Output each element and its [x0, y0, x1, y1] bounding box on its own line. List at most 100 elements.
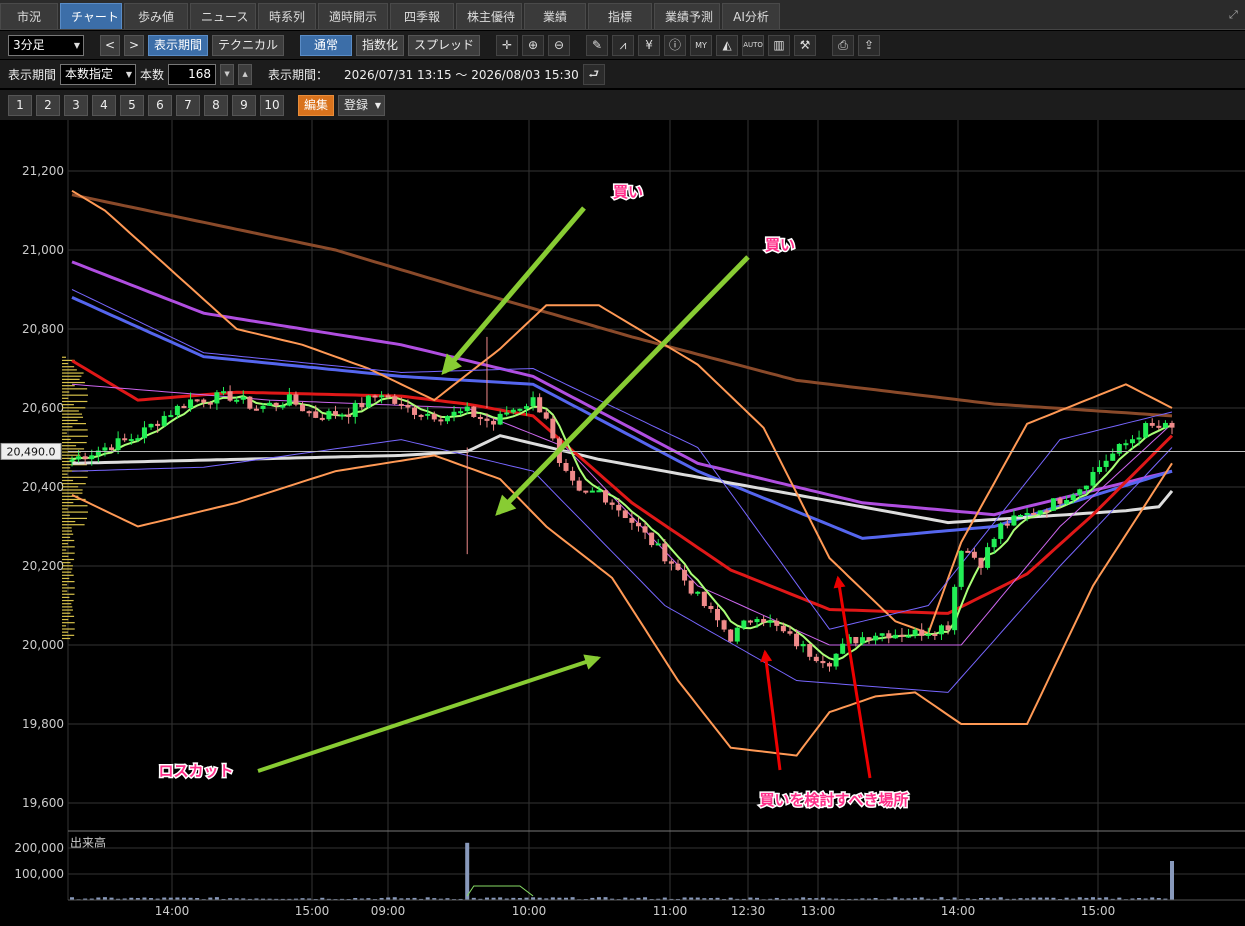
vap-bar: [62, 476, 88, 478]
preset-button-5[interactable]: 5: [120, 94, 144, 116]
tab-0[interactable]: 市況: [0, 3, 58, 29]
tab-2[interactable]: 歩み値: [124, 3, 188, 29]
pencil-icon[interactable]: ✎: [586, 34, 609, 56]
wrench-icon[interactable]: ⚒: [794, 34, 817, 56]
spread-button[interactable]: スプレッド: [408, 34, 481, 56]
preset-button-7[interactable]: 7: [176, 94, 200, 116]
tab-10[interactable]: 業績予測: [654, 3, 720, 29]
candle-body: [168, 415, 174, 418]
vap-bar: [62, 514, 70, 516]
x-tick-label: 09:00: [371, 904, 406, 918]
vap-bar: [62, 637, 71, 640]
y-tick-label: 20,000: [22, 638, 64, 652]
candle-body: [194, 399, 200, 402]
preset-button-2[interactable]: 2: [36, 94, 60, 116]
vap-bar: [62, 426, 73, 428]
candle-body: [800, 644, 806, 647]
candle-body: [1083, 485, 1089, 490]
count-input[interactable]: 168: [168, 63, 217, 85]
candle-body: [280, 405, 286, 408]
export-icon[interactable]: ⇪: [858, 34, 881, 56]
preset-button-9[interactable]: 9: [232, 94, 256, 116]
candle-body: [787, 631, 793, 634]
vap-bar: [62, 549, 67, 551]
candle-body: [728, 629, 734, 642]
candle-body: [128, 439, 134, 442]
candle-body: [1077, 489, 1083, 495]
zoom-out-icon[interactable]: ⊖: [548, 34, 571, 56]
vap-bar: [62, 558, 75, 561]
count-down-stepper[interactable]: ▼: [220, 63, 235, 85]
index-button[interactable]: 指数化: [356, 34, 405, 56]
candle-body: [326, 411, 332, 420]
my-icon[interactable]: MY: [690, 34, 713, 56]
area-chart-icon[interactable]: ◭: [716, 34, 739, 56]
prev-button[interactable]: <: [100, 34, 120, 56]
x-tick-label: 13:00: [801, 904, 836, 918]
preset-button-6[interactable]: 6: [148, 94, 172, 116]
normal-button[interactable]: 通常: [300, 34, 353, 56]
candle-body: [1136, 437, 1142, 440]
tab-8[interactable]: 業績: [524, 3, 586, 29]
x-tick-label: 14:00: [941, 904, 976, 918]
print-icon[interactable]: ⎙: [832, 34, 855, 56]
preset-button-8[interactable]: 8: [204, 94, 228, 116]
auto-icon[interactable]: AUTO: [742, 34, 765, 56]
candle-body: [734, 627, 740, 642]
tab-9[interactable]: 指標: [588, 3, 652, 29]
range-value: 2026/07/31 13:15 ～ 2026/08/03 15:30: [344, 67, 579, 82]
candle-body: [596, 490, 602, 493]
preset-button-4[interactable]: 4: [92, 94, 116, 116]
count-up-stepper[interactable]: ▲: [238, 63, 253, 85]
interval-select[interactable]: 3分足: [8, 34, 84, 56]
candle-body: [978, 557, 984, 568]
info-icon[interactable]: ⓘ: [664, 34, 687, 56]
candle-body: [1123, 443, 1129, 446]
yen-icon[interactable]: ¥: [638, 34, 661, 56]
x-tick-label: 11:00: [653, 904, 688, 918]
edit-button[interactable]: 編集: [298, 94, 335, 116]
candle-body: [820, 661, 826, 664]
candle-body: [774, 620, 780, 626]
price-chart[interactable]: 21,200 21,000 20,800 20,600 20,400 20,200 20,0…: [0, 120, 1245, 926]
tab-6[interactable]: 四季報: [390, 3, 454, 29]
vap-bar: [62, 419, 78, 422]
next-button[interactable]: >: [124, 34, 144, 56]
chart-svg[interactable]: 21,200 21,000 20,800 20,600 20,400 20,200 20,0…: [0, 120, 1245, 926]
vap-bar: [62, 362, 69, 365]
candle-body: [985, 547, 991, 568]
range-label: 表示期間：: [268, 67, 329, 82]
period-button[interactable]: 表示期間: [148, 34, 209, 56]
tab-11[interactable]: AI分析: [722, 3, 780, 29]
vap-bar: [62, 552, 75, 554]
preset-button-1[interactable]: 1: [8, 94, 32, 116]
candle-body: [286, 394, 292, 406]
register-button[interactable]: 登録 ▼: [338, 94, 386, 116]
tab-5[interactable]: 適時開示: [318, 3, 388, 29]
candle-body: [1156, 425, 1162, 428]
candle-body: [115, 438, 121, 451]
preset-button-3[interactable]: 3: [64, 94, 88, 116]
vap-bar: [62, 381, 85, 384]
crosshair-icon[interactable]: ✛: [496, 34, 519, 56]
tab-3[interactable]: ニュース: [190, 3, 256, 29]
vap-bar: [62, 483, 86, 485]
zoom-in-icon[interactable]: ⊕: [522, 34, 545, 56]
tab-1[interactable]: チャート: [60, 3, 122, 29]
toolbar-main: 3分足 < > 表示期間 テクニカル 通常 指数化 スプレッド ✛ ⊕ ⊖ ✎ …: [0, 31, 1245, 59]
indicator-icon[interactable]: ▥: [768, 34, 791, 56]
preset-button-10[interactable]: 10: [260, 94, 284, 116]
reset-range-icon[interactable]: ⮐: [582, 63, 605, 85]
tab-7[interactable]: 株主優待: [456, 3, 522, 29]
chart-type-icon[interactable]: ⩘: [612, 34, 635, 56]
candle-body: [1090, 471, 1096, 486]
candle-body: [220, 391, 226, 394]
vap-bar: [62, 587, 75, 589]
vap-bar: [62, 618, 69, 621]
candle-body: [906, 635, 912, 638]
expand-icon[interactable]: ⤢: [1229, 8, 1241, 21]
tab-4[interactable]: 時系列: [258, 3, 316, 29]
count-mode-select[interactable]: 本数指定: [60, 63, 137, 85]
technical-button[interactable]: テクニカル: [212, 34, 285, 56]
count-label: 本数: [140, 67, 165, 82]
